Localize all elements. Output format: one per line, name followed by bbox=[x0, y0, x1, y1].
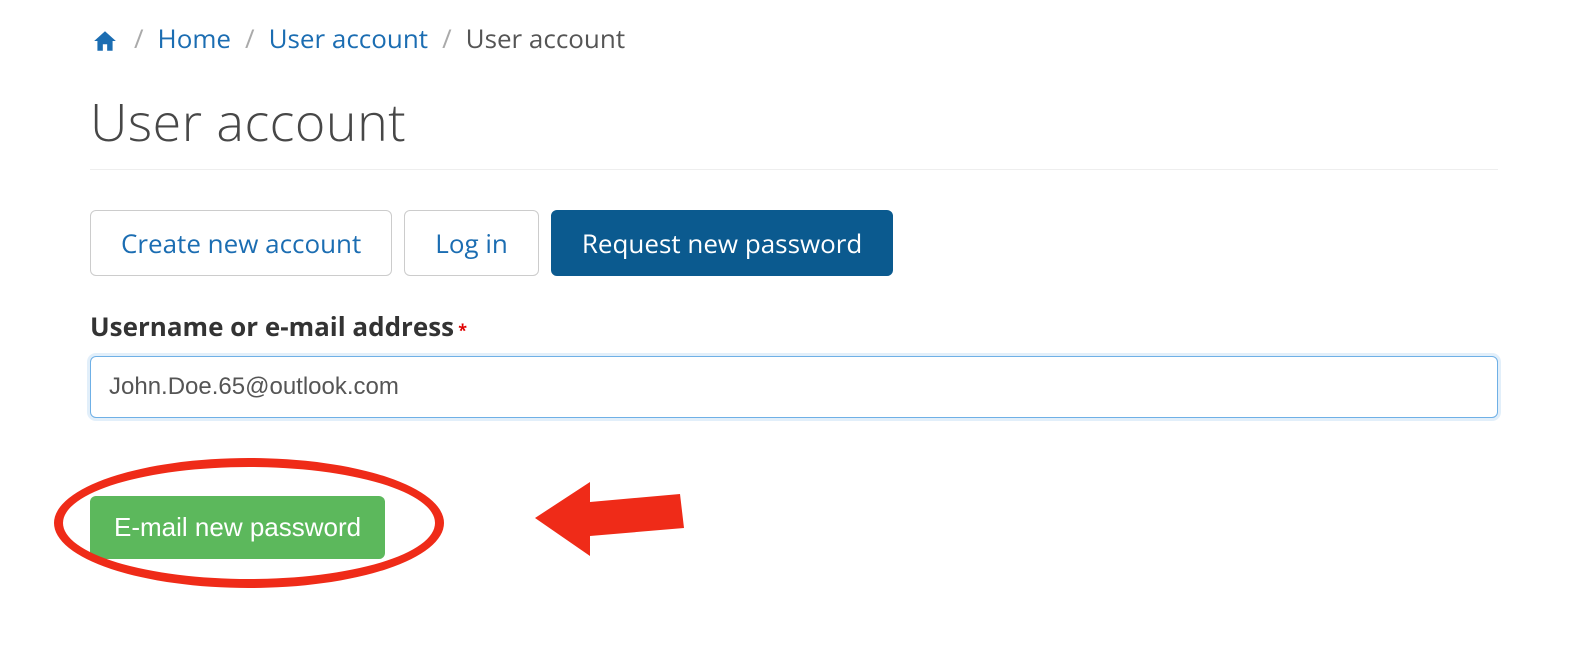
required-marker: * bbox=[458, 319, 467, 341]
email-new-password-button[interactable]: E-mail new password bbox=[90, 496, 385, 559]
page-title: User account bbox=[90, 86, 1498, 170]
breadcrumb-separator: / bbox=[245, 20, 255, 56]
submit-area: E-mail new password bbox=[90, 458, 1498, 598]
username-form-group: Username or e-mail address * bbox=[90, 308, 1498, 418]
breadcrumb-separator: / bbox=[134, 20, 144, 56]
tab-create-account[interactable]: Create new account bbox=[90, 210, 392, 276]
breadcrumb-home-icon-link[interactable] bbox=[90, 20, 120, 56]
breadcrumb-home-link[interactable]: Home bbox=[158, 20, 231, 56]
breadcrumb-current: User account bbox=[466, 20, 625, 56]
breadcrumb-user-account-link[interactable]: User account bbox=[269, 20, 428, 56]
username-input[interactable] bbox=[90, 356, 1498, 418]
username-label: Username or e-mail address bbox=[90, 308, 454, 344]
breadcrumb: / Home / User account / User account bbox=[90, 20, 1498, 56]
breadcrumb-separator: / bbox=[442, 20, 452, 56]
tab-log-in[interactable]: Log in bbox=[404, 210, 539, 276]
tab-request-password[interactable]: Request new password bbox=[551, 210, 893, 276]
annotation-arrow-icon bbox=[450, 452, 710, 582]
username-label-row: Username or e-mail address * bbox=[90, 308, 1498, 344]
home-icon bbox=[90, 28, 120, 54]
tabs: Create new account Log in Request new pa… bbox=[90, 210, 1498, 276]
